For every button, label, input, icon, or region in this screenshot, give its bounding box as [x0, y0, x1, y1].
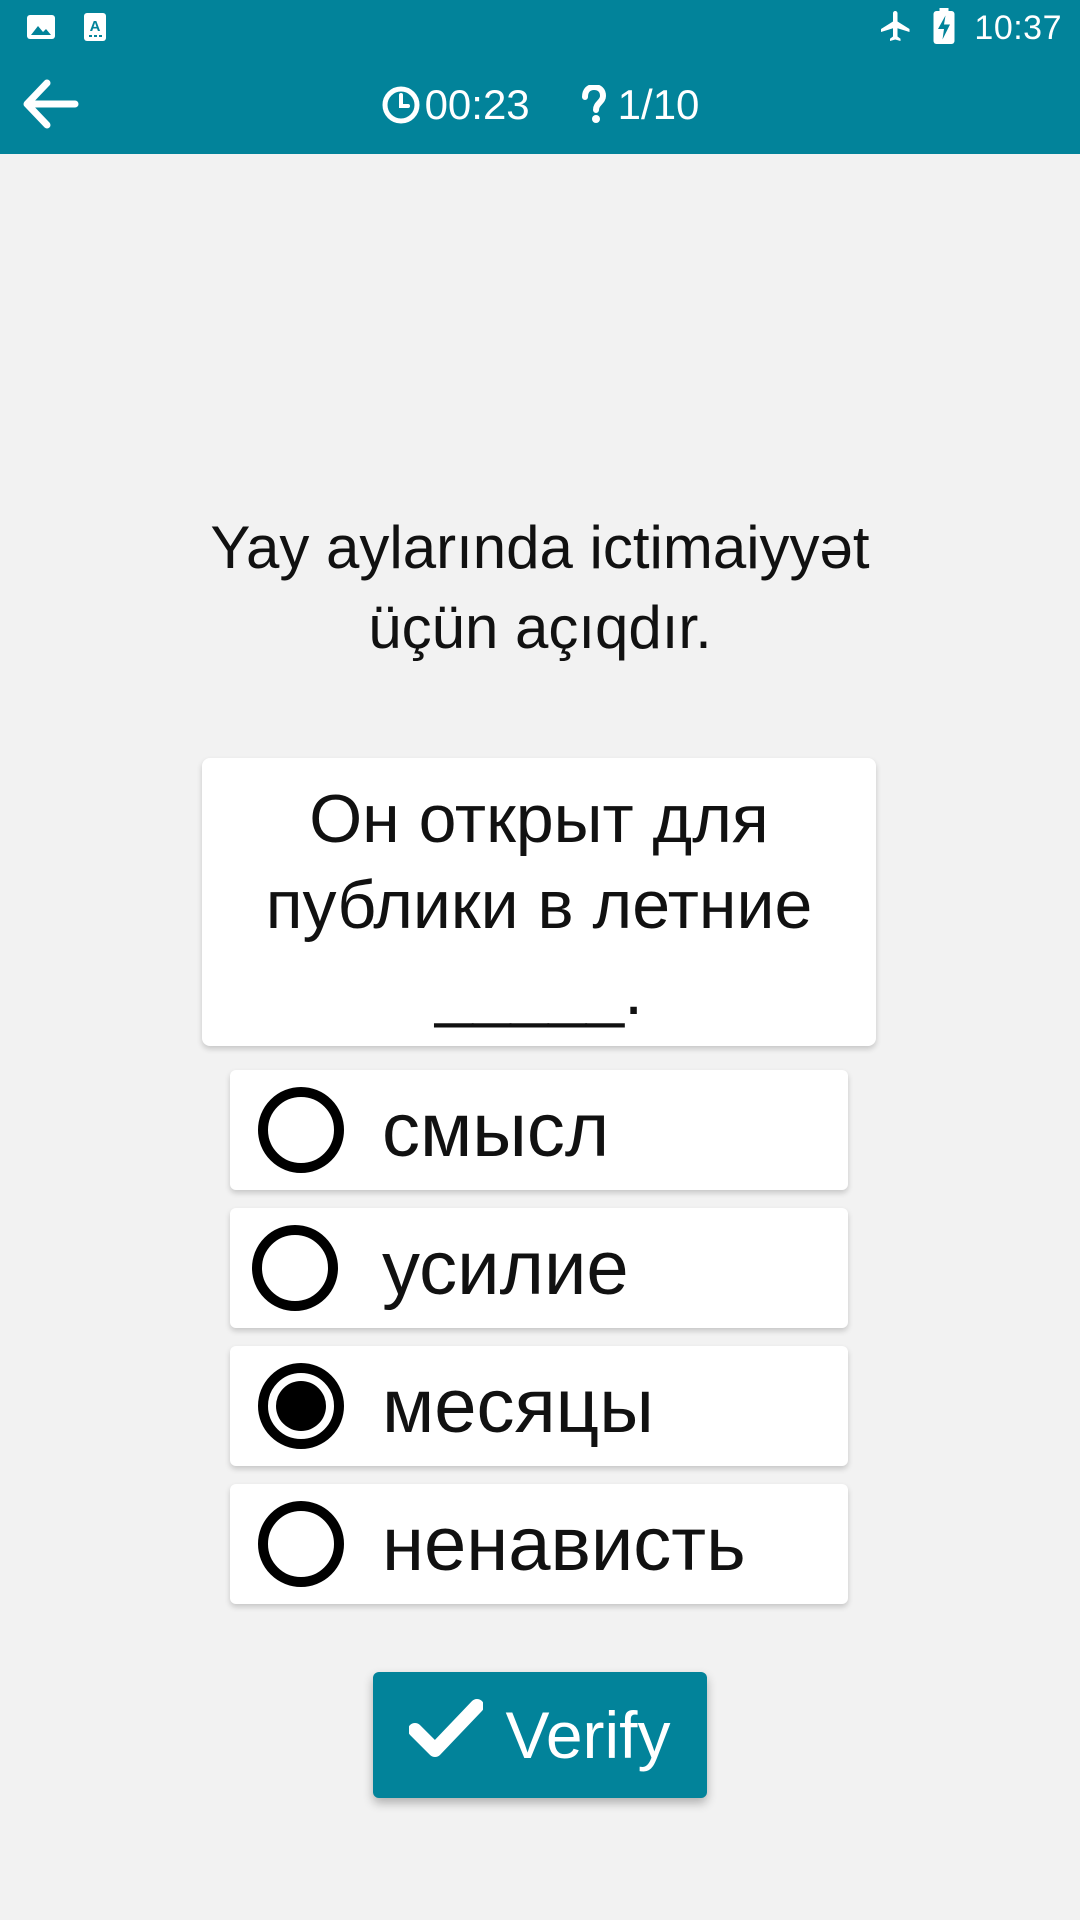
answer-option[interactable]: ненависть [230, 1484, 848, 1604]
radio-button[interactable] [258, 1363, 344, 1449]
status-bar-right: 10:37 [878, 7, 1062, 49]
app-header: A 10:37 00:23 1/10 [0, 0, 1080, 154]
status-time: 10:37 [974, 8, 1062, 47]
source-sentence: Yay aylarında ictimaiyyət üçün açıqdır. [210, 514, 870, 661]
prompt-card: Он открыт для публики в летние _____. [202, 758, 876, 1046]
radio-button[interactable] [258, 1087, 344, 1173]
option-label: смысл [382, 1087, 610, 1173]
quiz-screen: A 10:37 00:23 1/10 Yay aylarında ictimai… [0, 0, 1080, 1920]
answer-option[interactable]: смысл [230, 1070, 848, 1190]
gallery-icon [26, 12, 56, 42]
radio-button[interactable] [258, 1501, 344, 1587]
checkmark-icon [408, 1697, 485, 1773]
timer-value: 00:23 [424, 81, 530, 128]
verify-button[interactable]: Verify [373, 1672, 707, 1798]
radio-button[interactable] [252, 1225, 338, 1311]
option-label: усилие [382, 1225, 629, 1311]
verify-label: Verify [505, 1698, 671, 1772]
airplane-mode-icon [878, 8, 914, 49]
status-bar: A 10:37 [0, 0, 1080, 56]
toolbar: 00:23 1/10 [0, 56, 1080, 154]
question-progress: 1/10 [574, 81, 700, 129]
svg-text:A: A [90, 18, 101, 35]
clock-icon [381, 85, 421, 125]
timer: 00:23 [381, 81, 530, 129]
answer-option[interactable]: усилие [230, 1208, 848, 1328]
text-a-icon: A [80, 12, 110, 42]
prompt-sentence: Он открыт для публики в летние _____. [265, 781, 813, 1029]
question-mark-icon [574, 85, 614, 125]
answer-option[interactable]: месяцы [230, 1346, 848, 1466]
progress-value: 1/10 [617, 81, 700, 128]
battery-charging-icon [932, 7, 956, 49]
option-label: ненависть [382, 1501, 746, 1587]
option-label: месяцы [382, 1363, 654, 1449]
answer-options: смысл усилие месяцы ненависть [230, 1070, 848, 1622]
quiz-status: 00:23 1/10 [0, 80, 1080, 130]
